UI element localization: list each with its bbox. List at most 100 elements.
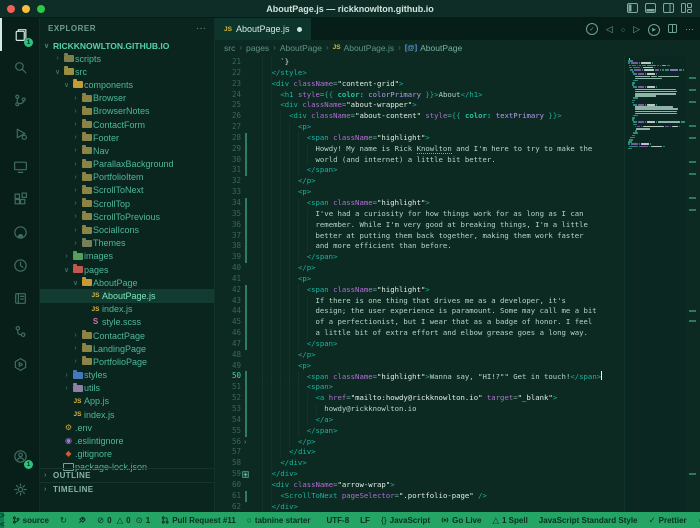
chevron-down-icon[interactable]: ∨ [71, 279, 80, 287]
tree-item-style-scss[interactable]: Sstyle.scss [40, 316, 214, 329]
tree-item-src[interactable]: ∨ src [40, 65, 214, 78]
explorer-more-actions-icon[interactable]: ··· [196, 23, 206, 34]
tree-item-index-js[interactable]: JS index.js [40, 303, 214, 316]
line-number[interactable]: 23 [215, 79, 241, 90]
line-number[interactable]: 44 [215, 306, 241, 317]
tree-item-aboutpage-js[interactable]: JS AboutPage.js [40, 289, 214, 303]
github-icon[interactable] [0, 216, 40, 249]
chevron-right-icon[interactable]: › [71, 345, 80, 352]
check-circle-icon[interactable]: ✓ [585, 23, 598, 36]
chevron-right-icon[interactable]: › [71, 121, 80, 128]
line-number[interactable]: 62 [215, 502, 241, 512]
chevron-right-icon[interactable]: › [71, 147, 80, 154]
line-number[interactable]: 35 [215, 209, 241, 220]
line-number[interactable]: 57 [215, 447, 241, 458]
tree-item-footer[interactable]: › Footer [40, 131, 214, 144]
line-number[interactable]: 30 [215, 155, 241, 166]
line-number[interactable]: 41 [215, 274, 241, 285]
line-number[interactable]: 60 [215, 480, 241, 491]
tab-aboutpage-js[interactable]: JS AboutPage.js [215, 18, 311, 40]
line-number[interactable]: 43 [215, 296, 241, 307]
status-item-source[interactable]: source [12, 516, 49, 525]
line-number[interactable]: 40 [215, 263, 241, 274]
line-number[interactable]: 28 [215, 133, 241, 144]
tree-item-contactpage[interactable]: › ContactPage [40, 329, 214, 342]
line-number[interactable]: 39 [215, 252, 241, 263]
run-icon[interactable]: ▶ [648, 23, 660, 36]
line-number[interactable]: 61 [215, 491, 241, 502]
section-timeline[interactable]: › TIMELINE [40, 482, 214, 496]
layout-sidebar-left-icon[interactable] [627, 3, 638, 13]
line-number[interactable]: 45 [215, 317, 241, 328]
git-graph-icon[interactable] [0, 315, 40, 348]
modified-dot-icon[interactable] [296, 26, 302, 32]
status-item-sync[interactable]: ↻ [60, 515, 67, 526]
status-item-0[interactable]: △ 0 [117, 515, 131, 526]
breadcrumb-item-aboutpage-js[interactable]: JS AboutPage.js [333, 43, 395, 53]
line-number[interactable]: 58 [215, 458, 241, 469]
split-editor-icon[interactable] [668, 23, 677, 35]
breadcrumb-item-src[interactable]: src [224, 43, 235, 53]
explorer-root-folder[interactable]: ∨ RICKKNOWLTON.GITHUB.IO [40, 39, 214, 52]
line-number[interactable]: 21 [215, 57, 241, 68]
nav-back-icon[interactable]: ◁ [606, 24, 613, 35]
line-number[interactable]: 42 [215, 285, 241, 296]
line-number[interactable]: 48 [215, 350, 241, 361]
line-number[interactable]: 53 [215, 404, 241, 415]
tree-item-contactform[interactable]: › ContactForm [40, 118, 214, 131]
chevron-right-icon[interactable]: › [71, 213, 80, 220]
status-item-utf-8[interactable]: UTF-8 [327, 516, 350, 525]
chevron-right-icon[interactable]: › [71, 174, 80, 181]
status-item-1[interactable]: ⊙ 1 [136, 515, 151, 526]
extensions-icon[interactable] [0, 183, 40, 216]
tree-item-portfoliopage[interactable]: › PortfolioPage [40, 355, 214, 368]
tree-item-browsernotes[interactable]: › BrowserNotes [40, 105, 214, 118]
chevron-right-icon[interactable]: › [71, 240, 80, 247]
chevron-down-icon[interactable]: ∨ [53, 68, 62, 76]
tree-item-styles[interactable]: › styles [40, 369, 214, 382]
chevron-right-icon[interactable]: › [71, 332, 80, 339]
tree-item-index-js[interactable]: JS index.js [40, 408, 214, 421]
tree-item-parallaxbackground[interactable]: › ParallaxBackground [40, 158, 214, 171]
line-number[interactable]: 49 [215, 361, 241, 372]
chevron-right-icon[interactable]: › [71, 227, 80, 234]
layout-sidebar-right-icon[interactable] [663, 3, 674, 13]
status-item-rocket[interactable] [78, 516, 86, 524]
tree-item-nav[interactable]: › Nav [40, 144, 214, 157]
minimap[interactable] [624, 55, 686, 512]
status-item-prettier[interactable]: ✓ Prettier [649, 515, 687, 526]
settings-icon[interactable] [0, 473, 40, 506]
line-number[interactable]: 32 [215, 176, 241, 187]
line-number[interactable]: 34 [215, 198, 241, 209]
tree-item-images[interactable]: › images [40, 250, 214, 263]
status-item-tabnine-starter[interactable]: ○ tabnine starter [247, 515, 311, 525]
status-item-1-spell[interactable]: △ 1 Spell [492, 515, 527, 526]
line-number[interactable]: 51 [215, 382, 241, 393]
line-number[interactable]: 55 [215, 426, 241, 437]
accounts-icon[interactable]: 1 [0, 440, 40, 473]
line-number[interactable]: 29 [215, 144, 241, 155]
tree-item-aboutpage[interactable]: ∨ AboutPage [40, 276, 214, 289]
nav-circle-icon[interactable]: ○ [621, 24, 625, 34]
breadcrumb-item-aboutpage[interactable]: AboutPage [280, 43, 322, 53]
line-number[interactable]: 59 [215, 469, 241, 480]
line-number[interactable]: 24 [215, 90, 241, 101]
status-item-javascript[interactable]: {} JavaScript [381, 515, 430, 525]
line-number[interactable]: 25 [215, 100, 241, 111]
containers-icon[interactable] [0, 282, 40, 315]
tree-item-socialicons[interactable]: › SocialIcons [40, 223, 214, 236]
status-item-lf[interactable]: LF [360, 516, 370, 525]
chevron-right-icon[interactable]: › [62, 385, 71, 392]
fold-marker-icon[interactable]: › [244, 438, 246, 447]
tree-item-portfolioitem[interactable]: › PortfolioItem [40, 171, 214, 184]
search-icon[interactable] [0, 51, 40, 84]
explorer-icon[interactable]: 1 [0, 18, 40, 51]
tree-item-browser[interactable]: › Browser [40, 92, 214, 105]
line-number[interactable]: 54 [215, 415, 241, 426]
line-number[interactable]: 56 [215, 437, 241, 448]
layout-panel-icon[interactable] [645, 3, 656, 13]
add-comment-icon[interactable]: + [242, 470, 249, 479]
status-item-javascript-standard-style[interactable]: JavaScript Standard Style [539, 516, 638, 525]
line-number[interactable]: 31 [215, 165, 241, 176]
chevron-right-icon[interactable]: › [62, 253, 71, 260]
